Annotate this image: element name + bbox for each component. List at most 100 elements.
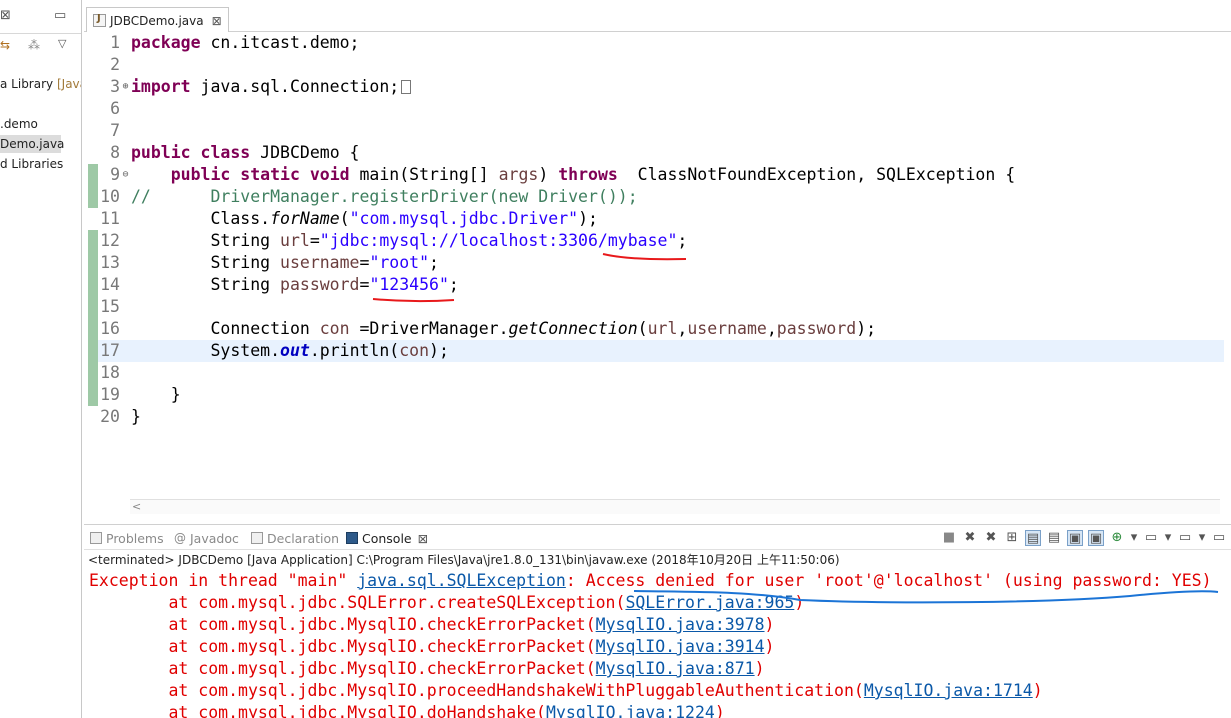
remove-all-terminated-icon[interactable]: ✖	[983, 530, 999, 546]
dropdown-arrow-icon[interactable]: ▾	[1130, 530, 1138, 546]
dropdown-arrow-icon[interactable]: ▾	[1198, 530, 1206, 546]
tree-item-package[interactable]: .demo	[0, 115, 38, 133]
code-line[interactable]: 10 // DriverManager.registerDriver(new Dr…	[98, 186, 1224, 208]
code-text: Connection	[131, 319, 320, 338]
console-toolbar: ■ ✖ ✖ ⊞ ▤ ▤ ▣ ▣ ⊕ ▾ ▭ ▾ ▭ ▾ ▭	[941, 528, 1227, 548]
code-line[interactable]: 18	[98, 362, 1224, 384]
tab-console[interactable]: Console ⊠	[346, 529, 428, 547]
tree-item-jre-library[interactable]: a Library [Java	[0, 75, 81, 93]
close-icon[interactable]: ⊠	[418, 531, 428, 546]
collapse-fold-icon[interactable]: ⊖	[120, 164, 131, 186]
show-on-stderr-icon[interactable]: ▣	[1088, 530, 1104, 546]
code-comment: // DriverManager.registerDriver(new Driv…	[131, 187, 638, 206]
source-link[interactable]: MysqlIO.java:1224	[546, 703, 715, 718]
tree-item-referenced-libraries[interactable]: d Libraries	[0, 155, 63, 173]
code-keyword: package	[131, 33, 201, 52]
show-on-stdout-icon[interactable]: ▣	[1067, 530, 1083, 546]
horizontal-scrollbar[interactable]: <	[130, 499, 1220, 514]
source-link[interactable]: SQLError.java:965	[625, 593, 794, 612]
scroll-left-icon[interactable]: <	[132, 500, 141, 513]
close-icon[interactable]: ⊠	[212, 14, 222, 28]
source-link[interactable]: MysqlIO.java:871	[596, 659, 755, 678]
open-console-icon[interactable]: ▭	[1177, 530, 1193, 546]
pin-console-icon[interactable]: ⊕	[1109, 530, 1125, 546]
stack-trace-line: at com.mysql.jdbc.SQLError.createSQLExce…	[89, 592, 804, 614]
minimize-icon[interactable]: ▭	[54, 9, 66, 23]
source-link[interactable]: MysqlIO.java:1714	[864, 681, 1033, 700]
code-variable: url	[647, 319, 678, 338]
console-text: Exception in thread "main"	[89, 571, 358, 590]
tab-javadoc[interactable]: @ Javadoc	[174, 529, 239, 547]
code-text: cn.itcast.demo;	[200, 33, 360, 52]
code-line[interactable]: 9 ⊖ public static void main(String[] args…	[98, 164, 1224, 186]
source-link[interactable]: MysqlIO.java:3978	[596, 615, 765, 634]
code-line[interactable]: 16 Connection con =DriverManager.getConn…	[98, 318, 1224, 340]
code-text: ClassNotFoundException, SQLException {	[617, 165, 1016, 184]
code-keyword: public class	[131, 143, 251, 162]
code-text: =	[359, 275, 370, 294]
code-editor[interactable]: 1 package cn.itcast.demo; 2 3 ⊕ import java…	[84, 32, 1231, 514]
tab-problems[interactable]: Problems	[90, 529, 164, 547]
line-number: 2	[110, 55, 120, 74]
console-text: )	[764, 637, 775, 656]
code-line[interactable]: 7	[98, 120, 1224, 142]
tab-label: Console	[362, 530, 412, 546]
tree-item-jdbcdemo-java[interactable]: Demo.java	[0, 135, 64, 153]
code-string: "com.mysql.jdbc.Driver"	[349, 209, 579, 228]
code-keyword: import	[131, 77, 191, 96]
display-console-icon[interactable]: ▭	[1143, 530, 1159, 546]
console-text: at com.mysql.jdbc.MysqlIO.proceedHandsha…	[89, 681, 864, 700]
folded-imports-icon[interactable]	[401, 80, 412, 94]
code-text: String	[131, 253, 281, 272]
code-line[interactable]: 11 Class.forName("com.mysql.jdbc.Driver"…	[98, 208, 1224, 230]
tab-jdbcdemo-java[interactable]: JDBCDemo.java ⊠	[86, 7, 229, 33]
line-number: 17	[100, 341, 120, 360]
code-text: =	[359, 253, 370, 272]
clear-console-icon[interactable]: ⊞	[1004, 530, 1020, 546]
code-text: java.sql.Connection;	[190, 77, 400, 96]
code-line[interactable]: 8 public class JDBCDemo {	[98, 142, 1224, 164]
exception-type-link[interactable]: java.sql.SQLException	[357, 571, 566, 590]
close-icon[interactable]: ⊠	[0, 9, 11, 23]
tab-declaration[interactable]: Declaration	[251, 529, 339, 547]
expand-fold-icon[interactable]: ⊕	[120, 76, 131, 98]
code-static-field: out	[280, 341, 310, 360]
code-line[interactable]: 3 ⊕ import java.sql.Connection;	[98, 76, 1224, 98]
source-link[interactable]: MysqlIO.java:3914	[596, 637, 765, 656]
package-explorer: ⊠ ▭ ⇆ ⁂ ▽ a Library [Java .demo Demo.jav…	[0, 0, 82, 718]
console-text: )	[794, 593, 805, 612]
overview-ruler	[84, 32, 98, 514]
code-variable: username	[687, 319, 767, 338]
terminate-icon[interactable]: ■	[941, 530, 957, 546]
java-file-icon	[93, 13, 106, 27]
code-line[interactable]: 13 String username="root";	[98, 252, 1224, 274]
code-line[interactable]: 2	[98, 54, 1224, 76]
scroll-lock-icon[interactable]: ▤	[1025, 530, 1041, 546]
code-line[interactable]: 6	[98, 98, 1224, 120]
code-text: }	[131, 385, 181, 404]
console-text: )	[764, 615, 775, 634]
code-line[interactable]: 14 String password="123456";	[98, 274, 1224, 296]
code-line[interactable]: 19 }	[98, 384, 1224, 406]
link-editor-icon[interactable]: ⇆	[0, 38, 10, 52]
code-line[interactable]: 20}	[98, 406, 1224, 428]
code-line[interactable]: 15	[98, 296, 1224, 318]
collapse-icon[interactable]: ⁂	[28, 38, 40, 52]
line-number: 10	[100, 187, 120, 206]
word-wrap-icon[interactable]: ▤	[1046, 530, 1062, 546]
dropdown-arrow-icon[interactable]: ▾	[1164, 530, 1172, 546]
code-line[interactable]: 1 package cn.itcast.demo;	[98, 32, 1224, 54]
console-output[interactable]: Exception in thread "main" java.sql.SQLE…	[84, 570, 1231, 718]
minimize-icon[interactable]: ▭	[1211, 530, 1227, 546]
remove-launch-icon[interactable]: ✖	[962, 530, 978, 546]
view-menu-icon[interactable]: ▽	[58, 37, 66, 51]
code-line-current[interactable]: 17 System.out.println(con);	[98, 340, 1224, 362]
code-text: main(String[]	[349, 165, 499, 184]
tree-item-label: .demo	[0, 117, 38, 131]
code-text: Class.	[210, 209, 271, 228]
stack-trace-line: at com.mysql.jdbc.MysqlIO.checkErrorPack…	[89, 636, 774, 658]
code-static-method: getConnection	[508, 319, 638, 338]
code-line[interactable]: 12 String url="jdbc:mysql://localhost:33…	[98, 230, 1224, 252]
line-number: 9	[110, 165, 120, 184]
